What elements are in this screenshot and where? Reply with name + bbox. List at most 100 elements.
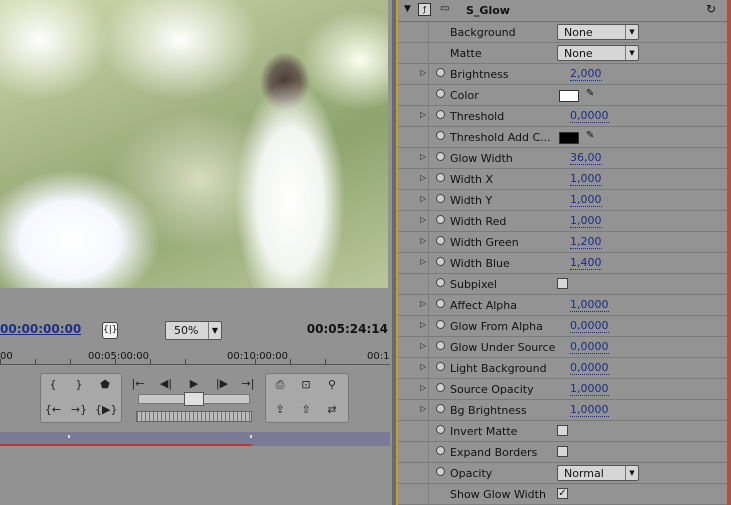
param-value[interactable]: 0,0000 (570, 110, 609, 123)
transport-controls: { } ⬟ {← →} {▶} |← ◀| ▶ |▶ →| ⎙ ⊡ ⚲ ⇪ ⇧ … (0, 370, 390, 425)
shuttle-control[interactable] (136, 411, 252, 422)
param-checkbox[interactable] (557, 425, 568, 436)
tree-line (428, 64, 429, 85)
step-forward-icon[interactable]: →| (238, 376, 258, 392)
trim-monitor-icon[interactable]: ⚲ (322, 377, 342, 393)
twirl-right-icon[interactable]: ▷ (420, 404, 426, 413)
param-row: ▷ Bg Brightness 1,0000 (398, 400, 728, 421)
play-in-to-out-icon[interactable]: {▶} (95, 402, 117, 418)
param-dropdown[interactable]: Normal ▼ (557, 465, 639, 481)
stopwatch-icon[interactable] (436, 320, 445, 329)
twirl-right-icon[interactable]: ▷ (420, 173, 426, 182)
color-swatch[interactable] (559, 132, 579, 144)
frame-back-icon[interactable]: ◀| (156, 376, 176, 392)
eyedropper-icon[interactable]: ✎ (586, 130, 594, 141)
marker-icon[interactable]: ⬟ (95, 377, 115, 393)
timeline-marker (250, 435, 252, 438)
param-row: Opacity Normal ▼ (398, 463, 728, 484)
stopwatch-icon[interactable] (436, 467, 445, 476)
stopwatch-icon[interactable] (436, 362, 445, 371)
lift-icon[interactable]: ⇪ (270, 402, 290, 418)
stopwatch-icon[interactable] (436, 425, 445, 434)
param-dropdown[interactable]: None ▼ (557, 45, 639, 61)
param-label: Source Opacity (450, 383, 534, 396)
twirl-right-icon[interactable]: ▷ (420, 236, 426, 245)
twirl-right-icon[interactable]: ▷ (420, 320, 426, 329)
step-back-icon[interactable]: |← (128, 376, 148, 392)
tree-line (428, 295, 429, 316)
param-value[interactable]: 0,0000 (570, 341, 609, 354)
param-value[interactable]: 36,00 (570, 152, 602, 165)
twirl-right-icon[interactable]: ▷ (420, 68, 426, 77)
param-value[interactable]: 1,0000 (570, 404, 609, 417)
eyedropper-icon[interactable]: ✎ (586, 88, 594, 99)
effect-header[interactable]: ▼ ƒ ▭ S_Glow ↻ (398, 0, 728, 22)
stopwatch-icon[interactable] (436, 383, 445, 392)
param-value[interactable]: 1,000 (570, 194, 602, 207)
stopwatch-icon[interactable] (436, 89, 445, 98)
timeline-navigator[interactable] (0, 432, 390, 446)
stopwatch-icon[interactable] (436, 257, 445, 266)
jog-slider[interactable] (138, 392, 250, 406)
param-value[interactable]: 0,0000 (570, 320, 609, 333)
tree-line (428, 421, 429, 442)
set-in-point-icon[interactable]: { (43, 377, 63, 393)
stopwatch-icon[interactable] (436, 110, 445, 119)
twirl-right-icon[interactable]: ▷ (420, 341, 426, 350)
param-value[interactable]: 1,000 (570, 173, 602, 186)
stopwatch-icon[interactable] (436, 194, 445, 203)
param-row: ▷ Width Green 1,200 (398, 232, 728, 253)
twirl-right-icon[interactable]: ▷ (420, 110, 426, 119)
export-frame-icon[interactable]: ⇄ (322, 402, 342, 418)
ruler-tick (35, 359, 36, 364)
param-value[interactable]: 1,000 (570, 215, 602, 228)
ruler-tick (255, 359, 256, 364)
current-timecode[interactable]: 00:00:00:00 (0, 322, 81, 336)
stopwatch-icon[interactable] (436, 299, 445, 308)
twirl-right-icon[interactable]: ▷ (420, 299, 426, 308)
safe-margins-icon[interactable]: ⊡ (296, 377, 316, 393)
param-value[interactable]: 1,400 (570, 257, 602, 270)
stopwatch-icon[interactable] (436, 278, 445, 287)
stopwatch-icon[interactable] (436, 341, 445, 350)
play-icon[interactable]: ▶ (184, 376, 204, 392)
twirl-right-icon[interactable]: ▷ (420, 215, 426, 224)
twirl-down-icon[interactable]: ▼ (404, 4, 411, 14)
stopwatch-icon[interactable] (436, 446, 445, 455)
color-swatch[interactable] (559, 90, 579, 102)
twirl-right-icon[interactable]: ▷ (420, 383, 426, 392)
time-ruler[interactable]: 00 00:05:00:00 00:10:00:00 00:1 (0, 347, 390, 367)
fit-clip-icon[interactable]: {|} (102, 322, 118, 339)
stopwatch-icon[interactable] (436, 68, 445, 77)
param-checkbox[interactable] (557, 278, 568, 289)
param-value[interactable]: 2,000 (570, 68, 602, 81)
twirl-right-icon[interactable]: ▷ (420, 194, 426, 203)
jog-knob[interactable] (184, 392, 204, 406)
reset-icon[interactable]: ↻ (706, 2, 716, 16)
set-out-point-icon[interactable]: } (69, 377, 89, 393)
twirl-right-icon[interactable]: ▷ (420, 362, 426, 371)
param-dropdown[interactable]: None ▼ (557, 24, 639, 40)
output-icon[interactable]: ⎙ (270, 377, 290, 393)
stopwatch-icon[interactable] (436, 131, 445, 140)
stopwatch-icon[interactable] (436, 173, 445, 182)
twirl-right-icon[interactable]: ▷ (420, 152, 426, 161)
stopwatch-icon[interactable] (436, 152, 445, 161)
fx-toggle-icon[interactable]: ƒ (418, 3, 431, 16)
stopwatch-icon[interactable] (436, 215, 445, 224)
tree-line (428, 484, 429, 505)
param-value[interactable]: 1,200 (570, 236, 602, 249)
extract-icon[interactable]: ⇧ (296, 402, 316, 418)
zoom-dropdown[interactable]: 50% ▼ (165, 321, 222, 340)
param-value[interactable]: 1,0000 (570, 299, 609, 312)
twirl-right-icon[interactable]: ▷ (420, 257, 426, 266)
param-value[interactable]: 1,0000 (570, 383, 609, 396)
stopwatch-icon[interactable] (436, 236, 445, 245)
param-value[interactable]: 0,0000 (570, 362, 609, 375)
param-checkbox[interactable]: ✓ (557, 488, 568, 499)
go-to-out-icon[interactable]: →} (69, 402, 89, 418)
stopwatch-icon[interactable] (436, 404, 445, 413)
go-to-in-icon[interactable]: {← (43, 402, 63, 418)
frame-forward-icon[interactable]: |▶ (212, 376, 232, 392)
param-checkbox[interactable] (557, 446, 568, 457)
